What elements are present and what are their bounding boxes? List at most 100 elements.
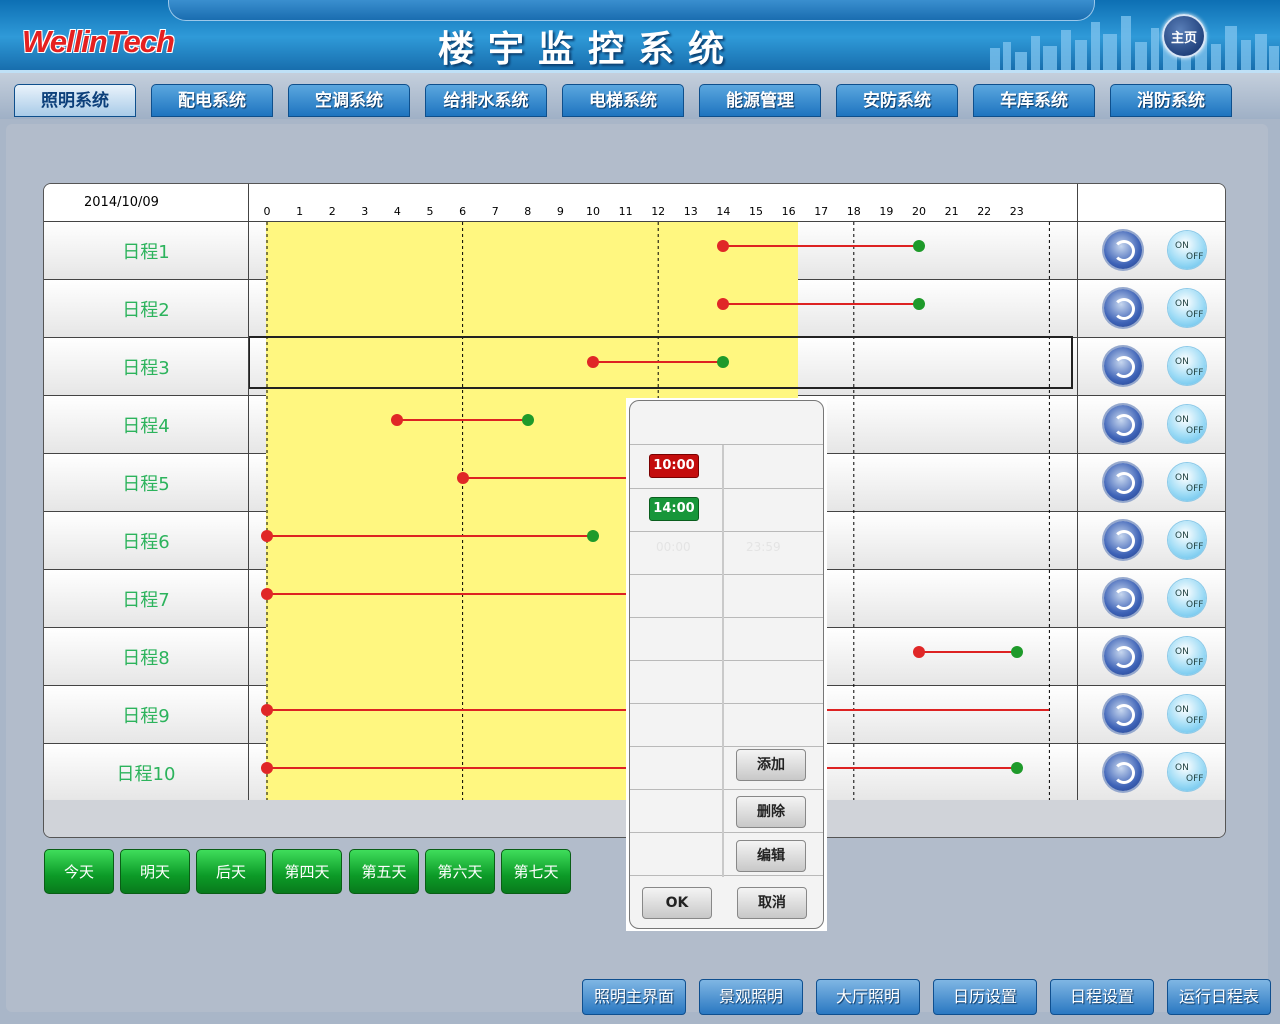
on-label: ON xyxy=(1175,241,1189,251)
edit-button[interactable]: 编辑 xyxy=(736,840,806,872)
hour-tick-label: 10 xyxy=(586,205,600,218)
dialog-row-7 xyxy=(630,703,823,747)
day-button[interactable]: 今天 xyxy=(44,849,114,894)
action-column-divider xyxy=(1077,184,1078,800)
dialog-body: 10:00 14:00 00:00 23:59 添加 删除 编辑 OK 取消 xyxy=(629,400,824,929)
day-button[interactable]: 后天 xyxy=(196,849,266,894)
on-off-toggle-icon[interactable]: ON OFF xyxy=(1168,695,1206,733)
on-off-toggle-icon[interactable]: ON OFF xyxy=(1168,347,1206,385)
on-off-toggle-icon[interactable]: ON OFF xyxy=(1168,289,1206,327)
schedule-settings-button[interactable]: 日程设置 xyxy=(1050,979,1154,1015)
on-label: ON xyxy=(1175,473,1189,483)
home-button[interactable]: 主页 xyxy=(1162,14,1206,58)
day-button[interactable]: 第七天 xyxy=(501,849,571,894)
on-label: ON xyxy=(1175,647,1189,657)
off-label: OFF xyxy=(1186,716,1204,726)
off-label: OFF xyxy=(1186,426,1204,436)
ok-button[interactable]: OK xyxy=(642,887,712,919)
schedule-bar xyxy=(919,651,1017,653)
schedule-end-marker[interactable] xyxy=(521,414,534,426)
tab-security-system[interactable]: 安防系统 xyxy=(836,84,958,117)
end-time-badge[interactable]: 14:00 xyxy=(649,497,699,521)
landscape-lighting-button[interactable]: 景观照明 xyxy=(699,979,803,1015)
tab-hvac-system[interactable]: 空调系统 xyxy=(288,84,410,117)
schedule-end-marker[interactable] xyxy=(587,530,599,542)
refresh-icon[interactable] xyxy=(1104,347,1142,385)
tab-energy-management[interactable]: 能源管理 xyxy=(699,84,821,117)
dialog-column-divider xyxy=(722,445,724,877)
hour-tick-label: 1 xyxy=(296,205,304,218)
wellintech-logo: WellinTech xyxy=(22,24,175,59)
hour-tick-label: 2 xyxy=(328,205,336,218)
refresh-icon[interactable] xyxy=(1104,231,1142,269)
day-button[interactable]: 第五天 xyxy=(349,849,419,894)
page-title: 楼宇监控系统 xyxy=(438,28,739,70)
schedule-row-label: 日程6 xyxy=(122,532,170,553)
app-header: WellinTech 楼宇监控系统 主页 xyxy=(0,0,1280,82)
dialog-row-5 xyxy=(630,617,823,661)
on-label: ON xyxy=(1175,763,1189,773)
run-schedule-table-button[interactable]: 运行日程表 xyxy=(1167,979,1271,1015)
schedule-date: 2014/10/09 xyxy=(84,195,159,210)
schedule-row-label: 日程8 xyxy=(122,648,170,669)
refresh-icon[interactable] xyxy=(1104,521,1142,559)
on-off-toggle-icon[interactable]: ON OFF xyxy=(1168,231,1206,269)
tab-water-system[interactable]: 给排水系统 xyxy=(425,84,547,117)
schedule-end-marker[interactable] xyxy=(913,298,925,310)
tab-fire-system[interactable]: 消防系统 xyxy=(1110,84,1232,117)
refresh-icon[interactable] xyxy=(1104,579,1142,617)
schedule-start-marker[interactable] xyxy=(913,646,925,658)
refresh-icon[interactable] xyxy=(1104,463,1142,501)
refresh-icon[interactable] xyxy=(1104,405,1142,443)
on-off-toggle-icon[interactable]: ON OFF xyxy=(1168,753,1206,791)
on-off-toggle-icon[interactable]: ON OFF xyxy=(1168,637,1206,675)
tab-power-distribution[interactable]: 配电系统 xyxy=(151,84,273,117)
schedule-start-marker[interactable] xyxy=(261,762,273,774)
schedule-row-label: 日程10 xyxy=(116,764,176,785)
hour-tick-label: 17 xyxy=(814,205,829,218)
on-off-toggle-icon[interactable]: ON OFF xyxy=(1168,405,1206,443)
day-button[interactable]: 第四天 xyxy=(272,849,342,894)
start-time-badge[interactable]: 10:00 xyxy=(649,454,699,478)
hour-tick-label: 5 xyxy=(426,205,434,218)
label-column-divider xyxy=(248,184,249,800)
lobby-lighting-button[interactable]: 大厅照明 xyxy=(816,979,920,1015)
refresh-icon[interactable] xyxy=(1104,753,1142,791)
hour-tick-label: 16 xyxy=(781,205,796,218)
tab-elevator-system[interactable]: 电梯系统 xyxy=(562,84,684,117)
home-button-label: 主页 xyxy=(1170,31,1197,46)
schedule-row-label: 日程4 xyxy=(122,416,170,437)
schedule-start-marker[interactable] xyxy=(261,704,273,716)
hour-tick-label: 19 xyxy=(879,205,894,218)
hour-tick-label: 20 xyxy=(912,205,926,218)
off-label: OFF xyxy=(1186,600,1204,610)
lighting-main-view-button[interactable]: 照明主界面 xyxy=(582,979,686,1015)
on-off-toggle-icon[interactable]: ON OFF xyxy=(1168,463,1206,501)
schedule-row-label: 日程5 xyxy=(122,474,170,495)
schedule-row-label: 日程9 xyxy=(122,706,170,727)
day-button[interactable]: 明天 xyxy=(120,849,190,894)
schedule-start-marker[interactable] xyxy=(456,472,469,484)
on-off-toggle-icon[interactable]: ON OFF xyxy=(1168,579,1206,617)
refresh-icon[interactable] xyxy=(1104,695,1142,733)
schedule-end-marker[interactable] xyxy=(913,240,925,252)
hour-tick-label: 8 xyxy=(524,205,532,218)
tab-lighting-system[interactable]: 照明系统 xyxy=(14,84,136,117)
schedule-end-marker[interactable] xyxy=(1010,646,1023,658)
add-button[interactable]: 添加 xyxy=(736,749,806,781)
calendar-settings-button[interactable]: 日历设置 xyxy=(933,979,1037,1015)
on-label: ON xyxy=(1175,589,1189,599)
cancel-button[interactable]: 取消 xyxy=(737,887,807,919)
refresh-icon[interactable] xyxy=(1104,289,1142,327)
schedule-end-marker[interactable] xyxy=(1010,762,1023,774)
delete-button[interactable]: 删除 xyxy=(736,796,806,828)
refresh-icon[interactable] xyxy=(1104,637,1142,675)
schedule-bar xyxy=(397,419,528,421)
schedule-row-label: 日程1 xyxy=(122,242,170,263)
schedule-start-marker[interactable] xyxy=(261,530,273,542)
schedule-start-marker[interactable] xyxy=(261,588,273,600)
selected-row-outline xyxy=(248,336,1073,389)
on-off-toggle-icon[interactable]: ON OFF xyxy=(1168,521,1206,559)
day-button[interactable]: 第六天 xyxy=(425,849,495,894)
tab-garage-system[interactable]: 车库系统 xyxy=(973,84,1095,117)
